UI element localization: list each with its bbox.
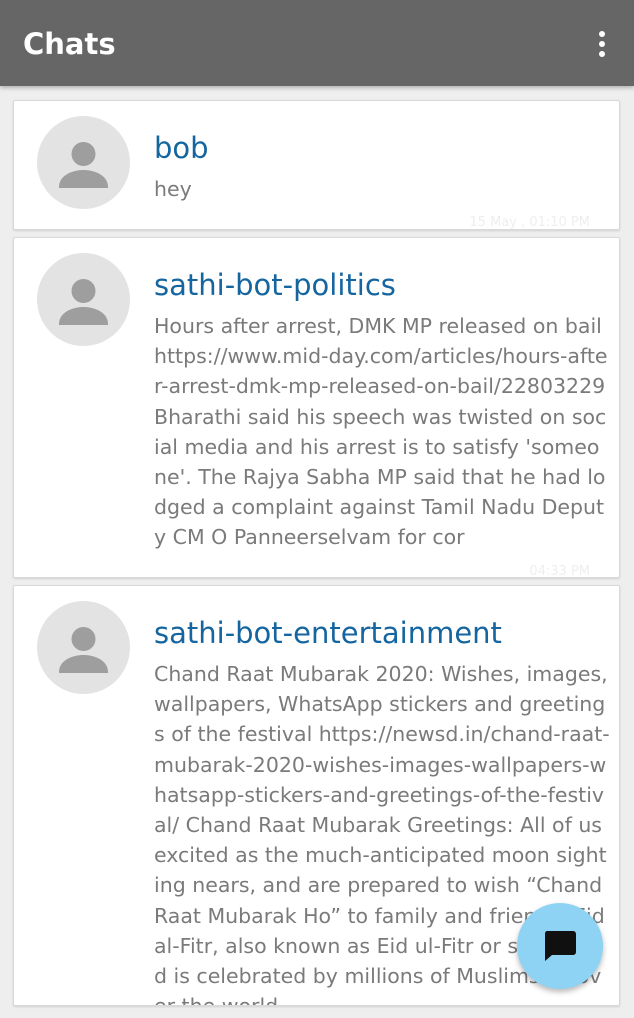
chat-preview: Hours after arrest, DMK MP released on b… [154, 314, 608, 550]
more-vert-icon[interactable] [584, 24, 620, 64]
page-title: Chats [23, 27, 116, 61]
chat-item-bob[interactable]: bob hey 15 May , 01:10 PM [13, 100, 620, 230]
chat-item-sathi-bot-politics[interactable]: sathi-bot-politics Hours after arrest, D… [13, 237, 620, 578]
chat-icon [545, 931, 576, 961]
person-icon [59, 142, 108, 188]
app-bar: Chats [0, 0, 634, 86]
menu-dot [599, 51, 605, 57]
avatar [37, 253, 130, 346]
person-icon [59, 279, 108, 325]
menu-dot [599, 31, 605, 37]
avatar [37, 601, 130, 694]
person-icon [59, 627, 108, 673]
chat-preview: hey [154, 177, 192, 201]
menu-dot [599, 41, 605, 47]
chat-name: sathi-bot-politics [154, 268, 396, 302]
avatar [37, 116, 130, 209]
chat-timestamp: 04:33 PM [529, 564, 590, 578]
chat-timestamp: 15 May , 01:10 PM [469, 215, 590, 230]
new-chat-button[interactable] [517, 903, 603, 989]
chat-name: bob [154, 131, 209, 165]
chat-name: sathi-bot-entertainment [154, 616, 502, 650]
